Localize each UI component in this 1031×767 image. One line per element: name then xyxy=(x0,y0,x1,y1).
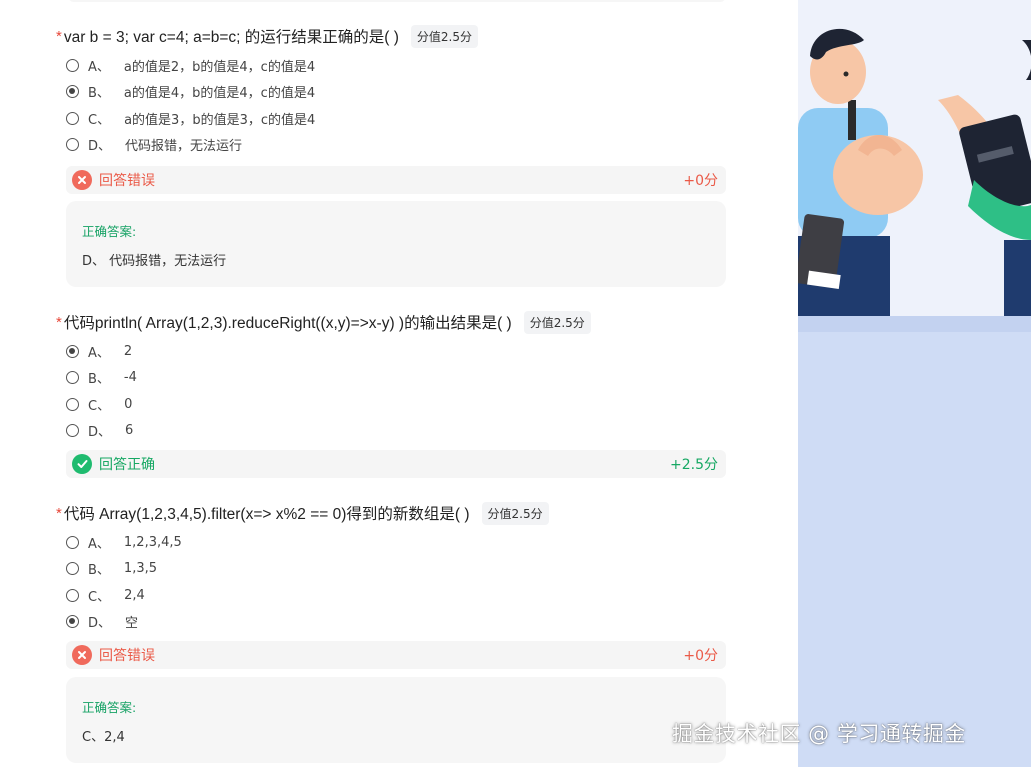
option-letter: B、 xyxy=(88,563,110,579)
required-mark: * xyxy=(56,27,62,45)
option-a[interactable]: A、 2 xyxy=(66,338,137,365)
option-letter: A、 xyxy=(88,59,110,75)
radio-button-selected[interactable] xyxy=(66,344,79,358)
question-text: var b = 3; var c=4; a=b=c; 的运行结果正确的是( ) xyxy=(63,29,399,46)
option-a[interactable]: A、 a的值是2，b的值是4，c的值是4 xyxy=(66,52,315,79)
option-text: a的值是2，b的值是4，c的值是4 xyxy=(123,59,316,75)
option-letter: A、 xyxy=(88,536,110,552)
option-b[interactable]: B、 -4 xyxy=(66,365,137,392)
correct-answer-label: 正确答案: xyxy=(82,700,137,715)
radio-button-selected[interactable] xyxy=(66,85,79,99)
option-letter: B、 xyxy=(88,372,110,388)
quiz-panel: * var b = 3; var c=4; a=b=c; 的运行结果正确的是( … xyxy=(0,0,798,767)
score-tag: 分值2.5分 xyxy=(410,24,479,48)
result-text: 回答错误 xyxy=(99,173,155,189)
previous-answer-box-edge xyxy=(68,0,726,2)
question-title: * 代码 Array(1,2,3,4,5).filter(x=> x%2 == … xyxy=(56,501,549,525)
option-c[interactable]: C、 2,4 xyxy=(66,582,182,609)
option-a[interactable]: A、 1,2,3,4,5 xyxy=(66,529,182,556)
correct-answer-label: 正确答案: xyxy=(82,224,137,239)
option-b[interactable]: B、 1,3,5 xyxy=(66,556,182,583)
option-text: 2 xyxy=(123,343,133,359)
correct-answer-value: C、2,4 xyxy=(82,730,125,745)
radio-button[interactable] xyxy=(66,588,79,602)
option-list: A、 1,2,3,4,5 B、 1,3,5 C、 2,4 D、 空 xyxy=(66,529,182,635)
question-title: * 代码println( Array(1,2,3).reduceRight((x… xyxy=(56,310,591,334)
option-text: 0 xyxy=(124,396,133,412)
option-letter: C、 xyxy=(88,398,111,414)
option-c[interactable]: C、 0 xyxy=(66,391,137,418)
radio-button[interactable] xyxy=(66,371,79,385)
result-bar: 回答错误 +0分 xyxy=(66,166,726,194)
radio-button[interactable] xyxy=(66,58,79,72)
required-mark: * xyxy=(56,504,62,522)
result-score: +0分 xyxy=(683,648,718,664)
result-score: +0分 xyxy=(683,173,718,189)
score-tag: 分值2.5分 xyxy=(481,501,549,525)
option-b[interactable]: B、 a的值是4，b的值是4，c的值是4 xyxy=(66,79,315,106)
radio-button[interactable] xyxy=(66,562,79,576)
option-d[interactable]: D、 空 xyxy=(66,609,182,636)
option-text: 6 xyxy=(125,423,134,439)
option-text: a的值是4，b的值是4，c的值是4 xyxy=(123,86,316,102)
radio-button[interactable] xyxy=(66,397,79,411)
score-tag: 分值2.5分 xyxy=(523,310,591,334)
correct-answer-value: D、 代码报错，无法运行 xyxy=(82,254,227,269)
radio-button-selected[interactable] xyxy=(66,615,79,629)
result-score: +2.5分 xyxy=(670,457,718,473)
close-circle-icon xyxy=(72,170,92,190)
required-mark: * xyxy=(56,313,62,331)
option-list: A、 2 B、 -4 C、 0 D、 6 xyxy=(66,338,137,444)
option-letter: C、 xyxy=(88,112,111,128)
question-text: 代码println( Array(1,2,3).reduceRight((x,y… xyxy=(63,315,512,332)
option-letter: A、 xyxy=(88,345,110,361)
close-circle-icon xyxy=(72,645,92,665)
result-bar: 回答正确 +2.5分 xyxy=(66,450,726,478)
radio-button[interactable] xyxy=(66,111,79,125)
students-illustration xyxy=(798,0,1031,767)
result-text: 回答正确 xyxy=(99,457,155,473)
result-bar: 回答错误 +0分 xyxy=(66,641,726,669)
option-text: 代码报错，无法运行 xyxy=(125,139,243,155)
option-list: A、 a的值是2，b的值是4，c的值是4 B、 a的值是4，b的值是4，c的值是… xyxy=(66,52,315,158)
check-circle-icon xyxy=(72,454,92,474)
option-text: 1,3,5 xyxy=(123,561,157,577)
option-d[interactable]: D、 代码报错，无法运行 xyxy=(66,132,315,159)
option-text: -4 xyxy=(123,370,137,386)
result-text: 回答错误 xyxy=(99,648,155,664)
radio-button[interactable] xyxy=(66,424,79,438)
option-letter: C、 xyxy=(88,589,111,605)
correct-answer-box: 正确答案: C、2,4 xyxy=(66,677,726,763)
option-letter: D、 xyxy=(88,616,112,632)
correct-answer-box: 正确答案: D、 代码报错，无法运行 xyxy=(66,201,726,287)
question-text: 代码 Array(1,2,3,4,5).filter(x=> x%2 == 0)… xyxy=(63,506,470,523)
option-text: 2,4 xyxy=(124,587,145,603)
option-c[interactable]: C、 a的值是3，b的值是3，c的值是4 xyxy=(66,105,315,132)
option-d[interactable]: D、 6 xyxy=(66,418,137,445)
option-letter: D、 xyxy=(88,425,112,441)
question-title: * var b = 3; var c=4; a=b=c; 的运行结果正确的是( … xyxy=(56,24,479,48)
option-letter: B、 xyxy=(88,86,110,102)
option-text: 空 xyxy=(125,616,139,632)
option-text: a的值是3，b的值是3，c的值是4 xyxy=(124,112,316,128)
radio-button[interactable] xyxy=(66,138,79,152)
option-letter: D、 xyxy=(88,139,112,155)
banner-illustration xyxy=(798,0,1031,767)
option-text: 1,2,3,4,5 xyxy=(123,534,182,550)
watermark: 掘金技术社区 @ 学习通转掘金 xyxy=(672,722,966,746)
radio-button[interactable] xyxy=(66,535,79,549)
